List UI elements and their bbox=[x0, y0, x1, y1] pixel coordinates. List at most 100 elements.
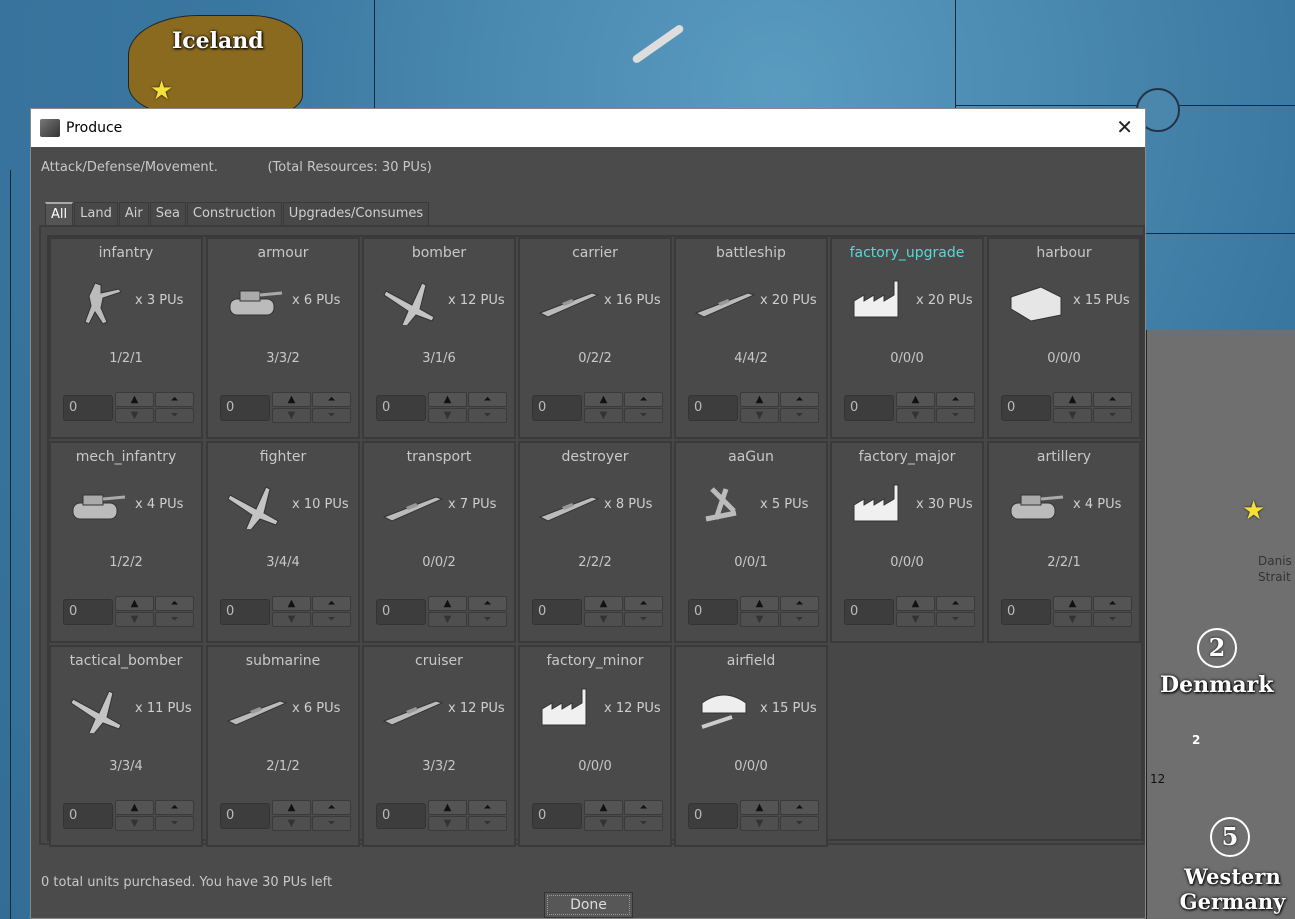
quantity-input[interactable]: 0 bbox=[63, 599, 113, 625]
max-button[interactable]: ⏶ bbox=[936, 596, 975, 611]
decrement-button[interactable]: ▼ bbox=[272, 408, 311, 423]
min-button[interactable]: ⏷ bbox=[468, 612, 507, 627]
increment-button[interactable]: ▲ bbox=[1053, 392, 1092, 407]
increment-button[interactable]: ▲ bbox=[740, 596, 779, 611]
quantity-input[interactable]: 0 bbox=[844, 395, 894, 421]
increment-button[interactable]: ▲ bbox=[115, 800, 154, 815]
min-button[interactable]: ⏷ bbox=[936, 408, 975, 423]
min-button[interactable]: ⏷ bbox=[936, 612, 975, 627]
min-button[interactable]: ⏷ bbox=[624, 408, 663, 423]
decrement-button[interactable]: ▼ bbox=[740, 408, 779, 423]
min-button[interactable]: ⏷ bbox=[468, 408, 507, 423]
min-button[interactable]: ⏷ bbox=[1093, 612, 1132, 627]
quantity-input[interactable]: 0 bbox=[63, 395, 113, 421]
quantity-input[interactable]: 0 bbox=[532, 599, 582, 625]
min-button[interactable]: ⏷ bbox=[624, 816, 663, 831]
increment-button[interactable]: ▲ bbox=[1053, 596, 1092, 611]
quantity-input[interactable]: 0 bbox=[688, 803, 738, 829]
max-button[interactable]: ⏶ bbox=[155, 596, 194, 611]
quantity-input[interactable]: 0 bbox=[532, 395, 582, 421]
min-button[interactable]: ⏷ bbox=[780, 408, 819, 423]
tab-all[interactable]: All bbox=[45, 202, 74, 226]
increment-button[interactable]: ▲ bbox=[115, 392, 154, 407]
min-button[interactable]: ⏷ bbox=[312, 408, 351, 423]
decrement-button[interactable]: ▼ bbox=[740, 816, 779, 831]
min-button[interactable]: ⏷ bbox=[312, 612, 351, 627]
decrement-button[interactable]: ▼ bbox=[584, 408, 623, 423]
max-button[interactable]: ⏶ bbox=[1093, 392, 1132, 407]
max-button[interactable]: ⏶ bbox=[1093, 596, 1132, 611]
quantity-input[interactable]: 0 bbox=[844, 599, 894, 625]
decrement-button[interactable]: ▼ bbox=[272, 816, 311, 831]
quantity-input[interactable]: 0 bbox=[220, 395, 270, 421]
max-button[interactable]: ⏶ bbox=[312, 392, 351, 407]
title-bar[interactable]: Produce ✕ bbox=[31, 109, 1145, 147]
increment-button[interactable]: ▲ bbox=[896, 596, 935, 611]
increment-button[interactable]: ▲ bbox=[428, 596, 467, 611]
tab-construction[interactable]: Construction bbox=[186, 202, 282, 226]
max-button[interactable]: ⏶ bbox=[936, 392, 975, 407]
max-button[interactable]: ⏶ bbox=[780, 596, 819, 611]
quantity-input[interactable]: 0 bbox=[63, 803, 113, 829]
max-button[interactable]: ⏶ bbox=[312, 800, 351, 815]
quantity-input[interactable]: 0 bbox=[220, 599, 270, 625]
quantity-input[interactable]: 0 bbox=[376, 395, 426, 421]
max-button[interactable]: ⏶ bbox=[468, 596, 507, 611]
decrement-button[interactable]: ▼ bbox=[115, 816, 154, 831]
done-button[interactable]: Done bbox=[544, 892, 633, 918]
decrement-button[interactable]: ▼ bbox=[584, 612, 623, 627]
increment-button[interactable]: ▲ bbox=[584, 392, 623, 407]
close-icon[interactable]: ✕ bbox=[1116, 115, 1133, 139]
tab-sea[interactable]: Sea bbox=[149, 202, 186, 226]
decrement-button[interactable]: ▼ bbox=[272, 612, 311, 627]
max-button[interactable]: ⏶ bbox=[468, 392, 507, 407]
quantity-input[interactable]: 0 bbox=[532, 803, 582, 829]
tab-air[interactable]: Air bbox=[118, 202, 149, 226]
max-button[interactable]: ⏶ bbox=[780, 800, 819, 815]
max-button[interactable]: ⏶ bbox=[468, 800, 507, 815]
decrement-button[interactable]: ▼ bbox=[428, 612, 467, 627]
max-button[interactable]: ⏶ bbox=[624, 596, 663, 611]
min-button[interactable]: ⏷ bbox=[312, 816, 351, 831]
decrement-button[interactable]: ▼ bbox=[740, 612, 779, 627]
increment-button[interactable]: ▲ bbox=[272, 800, 311, 815]
decrement-button[interactable]: ▼ bbox=[1053, 408, 1092, 423]
battleship-unit-icon[interactable] bbox=[631, 23, 685, 65]
quantity-input[interactable]: 0 bbox=[1001, 599, 1051, 625]
min-button[interactable]: ⏷ bbox=[155, 408, 194, 423]
max-button[interactable]: ⏶ bbox=[155, 392, 194, 407]
quantity-input[interactable]: 0 bbox=[688, 599, 738, 625]
quantity-input[interactable]: 0 bbox=[688, 395, 738, 421]
decrement-button[interactable]: ▼ bbox=[428, 816, 467, 831]
max-button[interactable]: ⏶ bbox=[155, 800, 194, 815]
decrement-button[interactable]: ▼ bbox=[896, 612, 935, 627]
increment-button[interactable]: ▲ bbox=[584, 596, 623, 611]
increment-button[interactable]: ▲ bbox=[896, 392, 935, 407]
min-button[interactable]: ⏷ bbox=[155, 612, 194, 627]
decrement-button[interactable]: ▼ bbox=[115, 408, 154, 423]
increment-button[interactable]: ▲ bbox=[740, 800, 779, 815]
tab-land[interactable]: Land bbox=[74, 202, 118, 226]
min-button[interactable]: ⏷ bbox=[624, 612, 663, 627]
increment-button[interactable]: ▲ bbox=[272, 596, 311, 611]
quantity-input[interactable]: 0 bbox=[220, 803, 270, 829]
increment-button[interactable]: ▲ bbox=[272, 392, 311, 407]
max-button[interactable]: ⏶ bbox=[312, 596, 351, 611]
min-button[interactable]: ⏷ bbox=[468, 816, 507, 831]
min-button[interactable]: ⏷ bbox=[780, 612, 819, 627]
quantity-input[interactable]: 0 bbox=[1001, 395, 1051, 421]
decrement-button[interactable]: ▼ bbox=[584, 816, 623, 831]
min-button[interactable]: ⏷ bbox=[155, 816, 194, 831]
decrement-button[interactable]: ▼ bbox=[1053, 612, 1092, 627]
increment-button[interactable]: ▲ bbox=[428, 800, 467, 815]
increment-button[interactable]: ▲ bbox=[740, 392, 779, 407]
min-button[interactable]: ⏷ bbox=[1093, 408, 1132, 423]
max-button[interactable]: ⏶ bbox=[624, 800, 663, 815]
quantity-input[interactable]: 0 bbox=[376, 599, 426, 625]
tab-upgrades-consumes[interactable]: Upgrades/Consumes bbox=[282, 202, 430, 226]
min-button[interactable]: ⏷ bbox=[780, 816, 819, 831]
decrement-button[interactable]: ▼ bbox=[896, 408, 935, 423]
decrement-button[interactable]: ▼ bbox=[428, 408, 467, 423]
max-button[interactable]: ⏶ bbox=[624, 392, 663, 407]
max-button[interactable]: ⏶ bbox=[780, 392, 819, 407]
